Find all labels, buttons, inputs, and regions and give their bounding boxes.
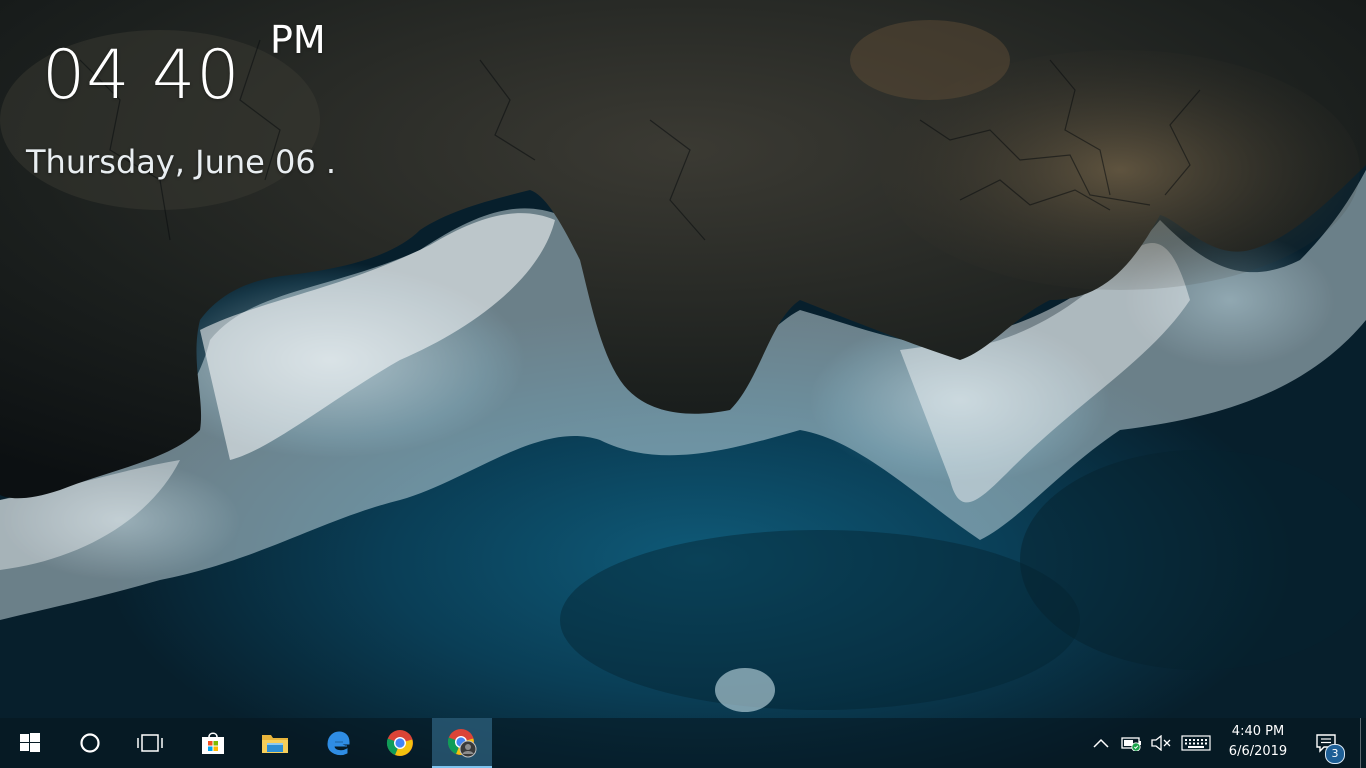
battery-charging-icon bbox=[1121, 737, 1141, 751]
chevron-up-icon bbox=[1093, 738, 1109, 748]
store-button[interactable] bbox=[183, 718, 243, 768]
show-desktop-button[interactable] bbox=[1360, 718, 1366, 768]
start-button[interactable] bbox=[0, 718, 60, 768]
folder-icon bbox=[262, 735, 288, 753]
volume-button[interactable] bbox=[1148, 718, 1174, 768]
search-button[interactable] bbox=[60, 718, 120, 768]
store-bag-icon bbox=[202, 732, 224, 754]
tray-clock[interactable]: 4:40 PM 6/6/2019 bbox=[1218, 722, 1298, 764]
clock-date: Thursday, June 06 . bbox=[26, 143, 337, 181]
notification-count-badge: 3 bbox=[1325, 744, 1345, 764]
chrome-profile-icon bbox=[447, 729, 477, 758]
chrome-profile-button[interactable] bbox=[432, 718, 492, 768]
file-explorer-button[interactable] bbox=[245, 718, 305, 768]
touch-keyboard-button[interactable] bbox=[1178, 718, 1214, 768]
windows-logo-icon bbox=[20, 733, 40, 752]
cortana-circle-icon bbox=[80, 733, 100, 753]
taskbar: 4:40 PM 6/6/2019 bbox=[0, 718, 1366, 768]
chrome-icon bbox=[386, 730, 413, 756]
volume-muted-icon bbox=[1151, 735, 1171, 751]
battery-button[interactable] bbox=[1118, 718, 1146, 768]
show-hidden-icons-button[interactable] bbox=[1088, 718, 1114, 768]
clock-minute: 40 bbox=[152, 36, 241, 115]
clock-hour: 04 bbox=[42, 36, 131, 115]
chrome-button[interactable] bbox=[370, 718, 430, 768]
keyboard-icon bbox=[1181, 735, 1211, 751]
task-view-icon bbox=[137, 734, 163, 752]
tray-time: 4:40 PM bbox=[1231, 724, 1285, 739]
task-view-button[interactable] bbox=[120, 718, 180, 768]
edge-button[interactable] bbox=[308, 718, 368, 768]
clock-ampm: PM bbox=[270, 18, 326, 62]
tray-date: 6/6/2019 bbox=[1228, 744, 1288, 759]
edge-icon bbox=[327, 731, 350, 756]
